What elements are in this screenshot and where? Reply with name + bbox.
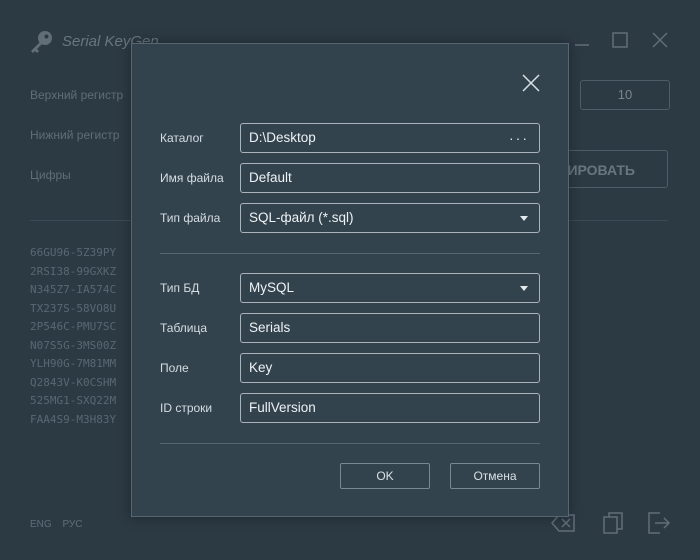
language-switch: ENG РУС [30, 519, 90, 530]
list-item: Q2843V-K0CSHM [30, 375, 117, 389]
table-label: Таблица [160, 321, 208, 335]
dbtype-label: Тип БД [160, 281, 200, 295]
list-item: N345Z7-IA574C [30, 283, 117, 296]
section-divider [160, 443, 540, 444]
list-item: 2P546C-PMU7SC [30, 320, 117, 333]
count-field[interactable]: 10 [580, 80, 670, 110]
filetype-select[interactable]: SQL-файл (*.sql) [240, 203, 540, 233]
lang-eng[interactable]: ENG [30, 519, 52, 530]
filename-field[interactable]: Default [240, 163, 540, 193]
upper-case-label: Верхний регистр [30, 88, 124, 102]
digits-label: Цифры [30, 168, 71, 182]
filetype-value: SQL-файл (*.sql) [249, 210, 354, 225]
key-icon [31, 31, 52, 53]
column-label: Поле [160, 361, 189, 375]
list-item: 2RSI38-99GXKZ [30, 264, 117, 278]
chevron-down-icon [520, 216, 528, 221]
table-field[interactable]: Serials [240, 313, 540, 343]
minimize-icon[interactable] [572, 30, 592, 50]
rowid-label: ID строки [160, 401, 213, 415]
ok-button[interactable]: OK [340, 463, 430, 489]
window-close-icon[interactable] [650, 30, 670, 50]
column-field[interactable]: Key [240, 353, 540, 383]
catalog-label: Каталог [160, 131, 204, 145]
list-item: YLH90G-7M81MM [30, 357, 117, 370]
copy-icon[interactable] [600, 510, 626, 536]
list-item: 525MG1-SXQ22M [30, 394, 117, 407]
browse-button[interactable]: ··· [509, 124, 529, 152]
catalog-field[interactable]: D:\Desktop ··· [240, 123, 540, 153]
serials-list: 66GU96-5Z39PY 2RSI38-99GXKZ N345Z7-IA574… [30, 244, 116, 429]
lang-rus[interactable]: РУС [62, 519, 82, 530]
chevron-down-icon [520, 286, 528, 291]
list-item: N07S5G-3MS00Z [30, 338, 117, 352]
filename-label: Имя файла [160, 171, 224, 185]
maximize-icon[interactable] [610, 30, 630, 50]
dbtype-value: MySQL [249, 280, 295, 295]
catalog-value: D:\Desktop [249, 130, 316, 145]
filetype-label: Тип файла [160, 211, 221, 225]
list-item: FAA4S9-M3H83Y [30, 412, 117, 426]
cancel-button[interactable]: Отмена [450, 463, 540, 489]
close-icon[interactable] [520, 72, 542, 94]
dbtype-select[interactable]: MySQL [240, 273, 540, 303]
export-dialog: Каталог D:\Desktop ··· Имя файла Default… [131, 43, 569, 517]
export-icon[interactable] [645, 510, 671, 536]
section-divider [160, 253, 540, 254]
rowid-field[interactable]: FullVersion [240, 393, 540, 423]
list-item: 66GU96-5Z39PY [30, 246, 117, 259]
lower-case-label: Нижний регистр [30, 128, 120, 142]
list-item: TX237S-58VO8U [30, 301, 117, 315]
